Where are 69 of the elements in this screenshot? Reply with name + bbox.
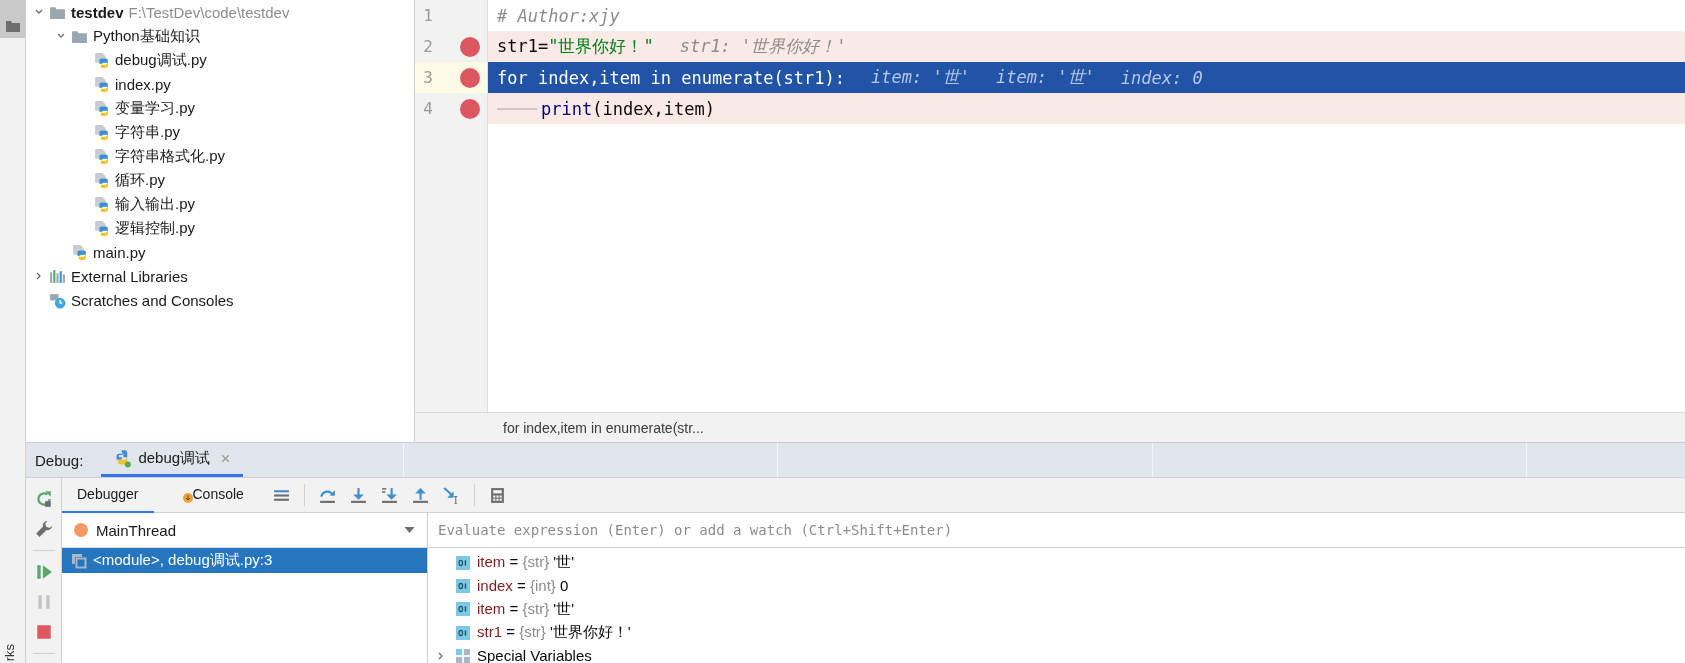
inline-value-hint: item: '世' — [995, 66, 1095, 89]
variable-entry[interactable]: item = {str} '世' — [477, 553, 575, 573]
library-icon — [49, 267, 66, 285]
rerun-icon[interactable] — [34, 490, 53, 508]
python-file-icon — [71, 243, 88, 261]
python-file-icon — [93, 99, 110, 117]
inline-value-hint: index: 0 — [1120, 67, 1203, 88]
code-text: for index,item in enumerate(str1): — [497, 67, 846, 88]
console-arrow-icon — [182, 493, 193, 503]
dropdown-caret-icon — [404, 527, 415, 533]
scratch-clock-icon — [49, 291, 66, 309]
breakpoint-icon[interactable] — [460, 67, 480, 88]
python-file-icon — [93, 195, 110, 213]
variable-entry[interactable]: item = {str} '世' — [477, 599, 575, 619]
project-path: F:\TestDev\code\testdev — [128, 3, 290, 21]
tree-item[interactable]: 输入输出.py — [115, 194, 195, 214]
primitive-value-icon — [456, 625, 470, 640]
inline-value-hint: str1: '世界你好！' — [679, 35, 847, 58]
line-number: 2 — [422, 37, 434, 56]
code-text: print(index,item) — [541, 98, 715, 119]
tree-item[interactable]: 字符串.py — [115, 122, 180, 142]
calculator-icon[interactable] — [488, 486, 506, 504]
python-file-icon — [93, 51, 110, 69]
debugger-view-tab[interactable]: Console — [167, 477, 259, 513]
tree-item[interactable]: debug调试.py — [115, 50, 207, 70]
bookmarks-tab[interactable]: rks — [3, 644, 16, 662]
breakpoint-icon[interactable] — [460, 36, 480, 57]
breakpoint-icon[interactable] — [460, 98, 480, 119]
variable-entry[interactable]: str1 = {str} '世界你好！' — [477, 623, 631, 643]
debugger-view-tab[interactable]: Debugger — [62, 477, 154, 513]
python-file-icon — [93, 171, 110, 189]
tree-item[interactable]: 变量学习.py — [115, 98, 195, 118]
tree-item[interactable]: 循环.py — [115, 170, 165, 190]
tree-item[interactable]: main.py — [93, 243, 146, 261]
frame-icon — [71, 552, 87, 569]
run-to-cursor-icon[interactable] — [442, 486, 460, 504]
step-into-icon[interactable] — [349, 486, 367, 504]
line-number: 1 — [422, 6, 434, 25]
variable-entry[interactable]: index = {int} 0 — [477, 577, 569, 595]
tree-item[interactable]: 字符串格式化.py — [115, 146, 225, 166]
step-into-my-code-icon[interactable] — [380, 486, 398, 504]
wrench-icon[interactable] — [34, 520, 53, 538]
python-file-icon — [93, 147, 110, 165]
resume-icon[interactable] — [34, 563, 53, 581]
primitive-value-icon — [456, 555, 470, 570]
python-file-icon — [93, 75, 110, 93]
folder-icon[interactable] — [5, 20, 20, 32]
step-out-icon[interactable] — [411, 486, 429, 504]
primitive-value-icon — [456, 578, 470, 593]
python-file-icon — [93, 219, 110, 237]
variables-group-icon — [456, 648, 470, 663]
stop-icon[interactable] — [34, 623, 53, 641]
primitive-value-icon — [456, 602, 470, 617]
line-number: 4 — [422, 99, 434, 118]
breadcrumb[interactable]: for index,item in enumerate(str... — [503, 419, 704, 436]
tree-item[interactable]: External Libraries — [71, 267, 188, 285]
tree-item[interactable]: index.py — [115, 75, 171, 93]
tree-item[interactable]: 逻辑控制.py — [115, 218, 195, 238]
tree-item[interactable]: Scratches and Consoles — [71, 291, 234, 309]
code-text: # Author:xjy — [497, 5, 620, 26]
tree-item[interactable]: Python基础知识 — [93, 26, 200, 46]
line-number: 3 — [422, 68, 434, 87]
tree-item[interactable]: testdev — [71, 3, 124, 21]
thread-status-icon — [74, 523, 88, 537]
python-file-icon — [93, 123, 110, 141]
stack-frame[interactable]: <module>, debug调试.py:3 — [62, 548, 427, 573]
code-text: str1="世界你好！" — [497, 35, 654, 58]
debug-label: Debug: — [35, 451, 84, 469]
inline-value-hint: item: '世' — [871, 66, 970, 89]
